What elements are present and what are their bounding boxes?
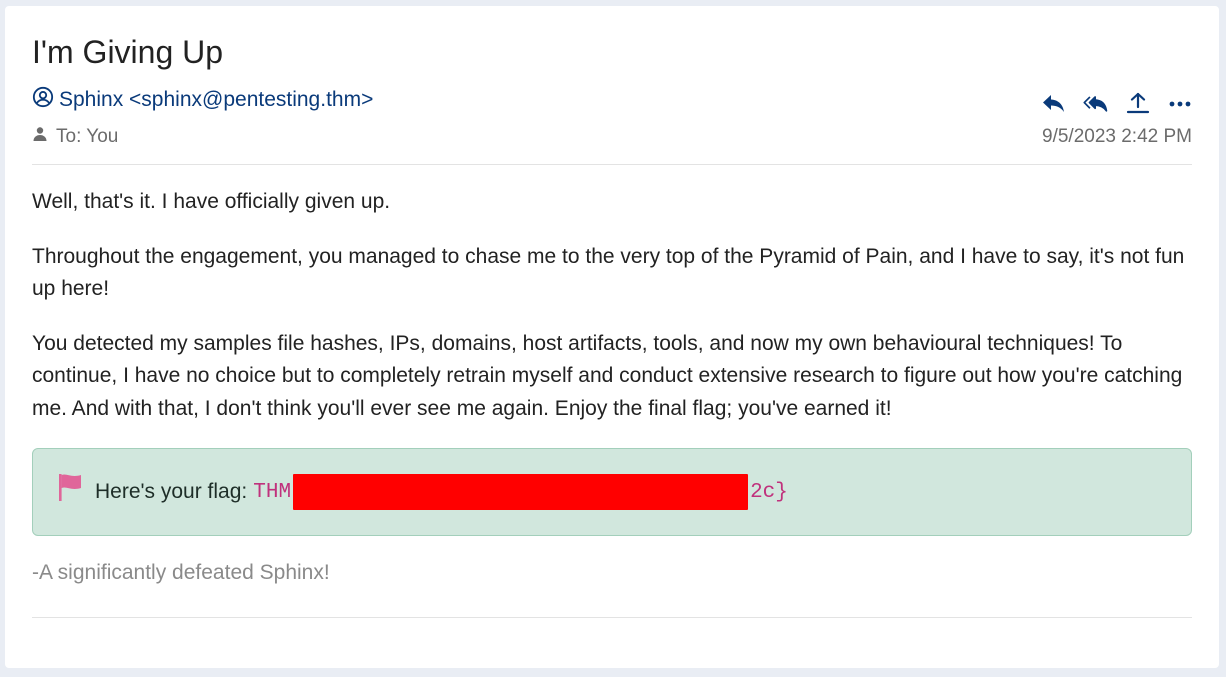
flag-suffix: 2c}	[750, 480, 788, 504]
flag-alert: Here's your flag: THM 2c}	[32, 448, 1192, 536]
email-subject: I'm Giving Up	[32, 34, 224, 70]
flag-icon	[57, 474, 95, 507]
sender-link[interactable]: Sphinx <sphinx@pentesting.thm>	[32, 86, 373, 114]
share-upload-icon	[1125, 91, 1151, 120]
more-options-button[interactable]	[1166, 92, 1194, 118]
user-circle-icon	[32, 86, 54, 114]
reply-all-icon	[1083, 91, 1109, 120]
flag-label: Here's your flag:	[95, 480, 248, 503]
body-paragraph: Well, that's it. I have officially given…	[32, 190, 391, 213]
forward-button[interactable]	[1124, 92, 1152, 118]
flag-value[interactable]: THM 2c}	[253, 474, 788, 510]
person-icon	[32, 126, 48, 148]
more-options-icon	[1167, 91, 1193, 120]
flag-prefix: THM	[253, 480, 292, 504]
recipient-text: To: You	[56, 126, 119, 147]
email-signoff: -A significantly defeated Sphinx!	[32, 561, 330, 584]
body-paragraph: Throughout the engagement, you managed t…	[32, 244, 1185, 301]
email-card: I'm Giving Up Sphinx <sphinx@pentesting.…	[5, 6, 1219, 668]
header-divider	[32, 164, 1192, 165]
sender-name: Sphinx <sphinx@pentesting.thm>	[59, 88, 374, 111]
reply-button[interactable]	[1040, 92, 1068, 118]
reply-all-button[interactable]	[1082, 92, 1110, 118]
email-body: Well, that's it. I have officially given…	[32, 186, 1192, 447]
email-timestamp: 9/5/2023 2:42 PM	[1042, 126, 1192, 147]
body-paragraph: You detected my samples file hashes, IPs…	[32, 331, 1183, 420]
reply-icon	[1041, 91, 1067, 120]
recipient-line: To: You	[32, 126, 118, 148]
redaction-block	[293, 474, 749, 510]
footer-divider	[32, 617, 1192, 618]
email-actions	[1040, 92, 1194, 118]
